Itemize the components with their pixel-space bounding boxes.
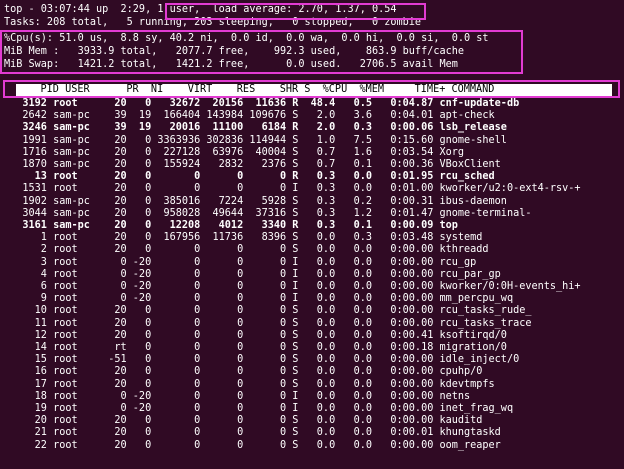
process-row: 6 root 0 -20 0 0 0 I 0.0 0.0 0:00.00 kwo… bbox=[4, 281, 581, 292]
highlight-column-header bbox=[3, 80, 620, 98]
process-row: 11 root 20 0 0 0 0 S 0.0 0.0 0:00.00 rcu… bbox=[4, 317, 532, 329]
process-row: 1870 sam-pc 20 0 155924 2832 2376 S 0.7 … bbox=[4, 159, 501, 170]
process-row: 14 root rt 0 0 0 0 S 0.0 0.0 0:00.18 mig… bbox=[4, 342, 507, 353]
process-row: 19 root 0 -20 0 0 0 I 0.0 0.0 0:00.00 in… bbox=[4, 403, 514, 414]
process-row: 17 root 20 0 0 0 0 S 0.0 0.0 0:00.00 kde… bbox=[4, 378, 495, 390]
process-row: 2642 sam-pc 39 19 166404 143984 109676 S… bbox=[4, 110, 495, 122]
process-row: 16 root 20 0 0 0 0 S 0.0 0.0 0:00.00 cpu… bbox=[4, 366, 483, 378]
process-row: 1 root 20 0 167956 11736 8396 S 0.0 0.3 … bbox=[4, 232, 483, 244]
process-row: 4 root 0 -20 0 0 0 I 0.0 0.0 0:00.00 rcu… bbox=[4, 268, 501, 280]
process-row: 3161 sam-pc 20 0 12208 4012 3340 R 0.3 0… bbox=[4, 220, 458, 231]
process-row: 3044 sam-pc 20 0 958028 49644 37316 S 0.… bbox=[4, 207, 532, 219]
uptime-text: top - 03:07:44 up 2:29, bbox=[4, 4, 158, 15]
process-row: 21 root 20 0 0 0 0 S 0.0 0.0 0:00.01 khu… bbox=[4, 427, 501, 439]
process-row: 2 root 20 0 0 0 0 S 0.0 0.0 0:00.00 kthr… bbox=[4, 244, 489, 256]
highlight-load-average bbox=[165, 3, 426, 20]
highlight-resource-summary bbox=[0, 30, 523, 74]
process-row: 10 root 20 0 0 0 0 S 0.0 0.0 0:00.00 rcu… bbox=[4, 305, 532, 317]
process-row: 20 root 20 0 0 0 0 S 0.0 0.0 0:00.00 kau… bbox=[4, 415, 483, 427]
process-row: 1531 root 20 0 0 0 0 I 0.3 0.0 0:01.00 k… bbox=[4, 183, 581, 195]
process-row: 3192 root 20 0 32672 20156 11636 R 48.4 … bbox=[4, 98, 520, 109]
process-row: 1716 sam-pc 20 0 227128 63976 40004 S 0.… bbox=[4, 146, 465, 158]
process-row: 22 root 20 0 0 0 0 S 0.0 0.0 0:00.00 oom… bbox=[4, 439, 501, 451]
process-row: 15 root -51 0 0 0 0 S 0.0 0.0 0:00.00 id… bbox=[4, 354, 520, 366]
process-row: 9 root 0 -20 0 0 0 I 0.0 0.0 0:00.00 mm_… bbox=[4, 293, 514, 305]
process-row: 3246 sam-pc 39 19 20016 11100 6184 R 2.0… bbox=[4, 122, 507, 134]
process-row: 12 root 20 0 0 0 0 S 0.0 0.0 0:00.41 kso… bbox=[4, 329, 507, 341]
process-row: 1991 sam-pc 20 0 3363936 302836 114944 S… bbox=[4, 134, 507, 146]
process-row: 3 root 0 -20 0 0 0 I 0.0 0.0 0:00.00 rcu… bbox=[4, 256, 477, 268]
process-row: 13 root 20 0 0 0 0 R 0.3 0.0 0:01.95 rcu… bbox=[4, 171, 495, 183]
terminal-window[interactable]: top - 03:07:44 up 2:29, 1 user, load ave… bbox=[0, 0, 624, 469]
process-row: 18 root 0 -20 0 0 0 I 0.0 0.0 0:00.00 ne… bbox=[4, 390, 471, 402]
process-row: 1902 sam-pc 20 0 385016 7224 5928 S 0.3 … bbox=[4, 195, 507, 207]
